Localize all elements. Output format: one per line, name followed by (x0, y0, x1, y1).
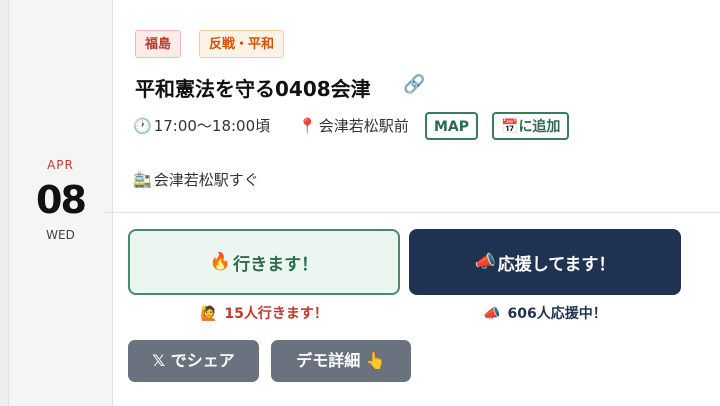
share-x-button[interactable]: 𝕏 でシェア (128, 340, 259, 382)
demo-detail-button[interactable]: デモ詳細 👆 (271, 340, 411, 382)
map-button[interactable]: MAP (425, 112, 479, 140)
pointing-hand-icon: 👆 (365, 351, 386, 370)
event-place: 📍 会津若松駅前 (298, 115, 409, 136)
tag-region[interactable]: 福島 (135, 30, 182, 58)
link-icon[interactable]: 🔗 (403, 74, 425, 95)
going-count-text: 15人行きます！ (224, 306, 328, 322)
cheer-count-text: 606人応援中！ (507, 306, 607, 322)
megaphone-icon: 📣 (474, 252, 496, 272)
going-button[interactable]: 🔥 行きます！ (128, 229, 400, 295)
clock-icon: 🕐 (133, 117, 152, 135)
event-place-text: 会津若松駅前 (318, 117, 409, 135)
date-month: APR (47, 158, 74, 172)
pin-icon: 📍 (298, 117, 317, 135)
date-column: APR 08 WED (9, 0, 113, 406)
going-count: 🙋 15人行きます！ (128, 303, 400, 323)
raising-hand-icon: 🙋 (200, 306, 218, 322)
megaphone-icon: 📣 (483, 306, 501, 322)
cheer-label: 応援してます！ (497, 254, 616, 275)
train-station-icon: 🚉 (133, 171, 152, 189)
event-time-text: 17:00〜18:00頃 (153, 117, 271, 135)
event-title[interactable]: 平和憲法を守る0408会津 (135, 73, 371, 102)
cheer-count: 📣 606人応援中！ (409, 303, 681, 323)
divider (104, 212, 720, 213)
date-day: 08 (36, 178, 87, 222)
add-calendar-button[interactable]: 📅に追加 (492, 112, 570, 140)
calendar-icon: 📅 (501, 119, 519, 135)
going-label: 行きます！ (233, 254, 319, 275)
event-time: 🕐 17:00〜18:00頃 (133, 115, 270, 136)
tag-theme[interactable]: 反戦・平和 (199, 30, 285, 58)
add-calendar-label: に追加 (518, 119, 561, 135)
access-info: 🚉 会津若松駅すぐ (133, 169, 259, 190)
cheer-button[interactable]: 📣 応援してます！ (409, 229, 681, 295)
fire-icon: 🔥 (209, 252, 232, 272)
access-text: 会津若松駅すぐ (153, 171, 259, 189)
demo-detail-label: デモ詳細 (296, 351, 361, 370)
date-weekday: WED (46, 228, 75, 242)
